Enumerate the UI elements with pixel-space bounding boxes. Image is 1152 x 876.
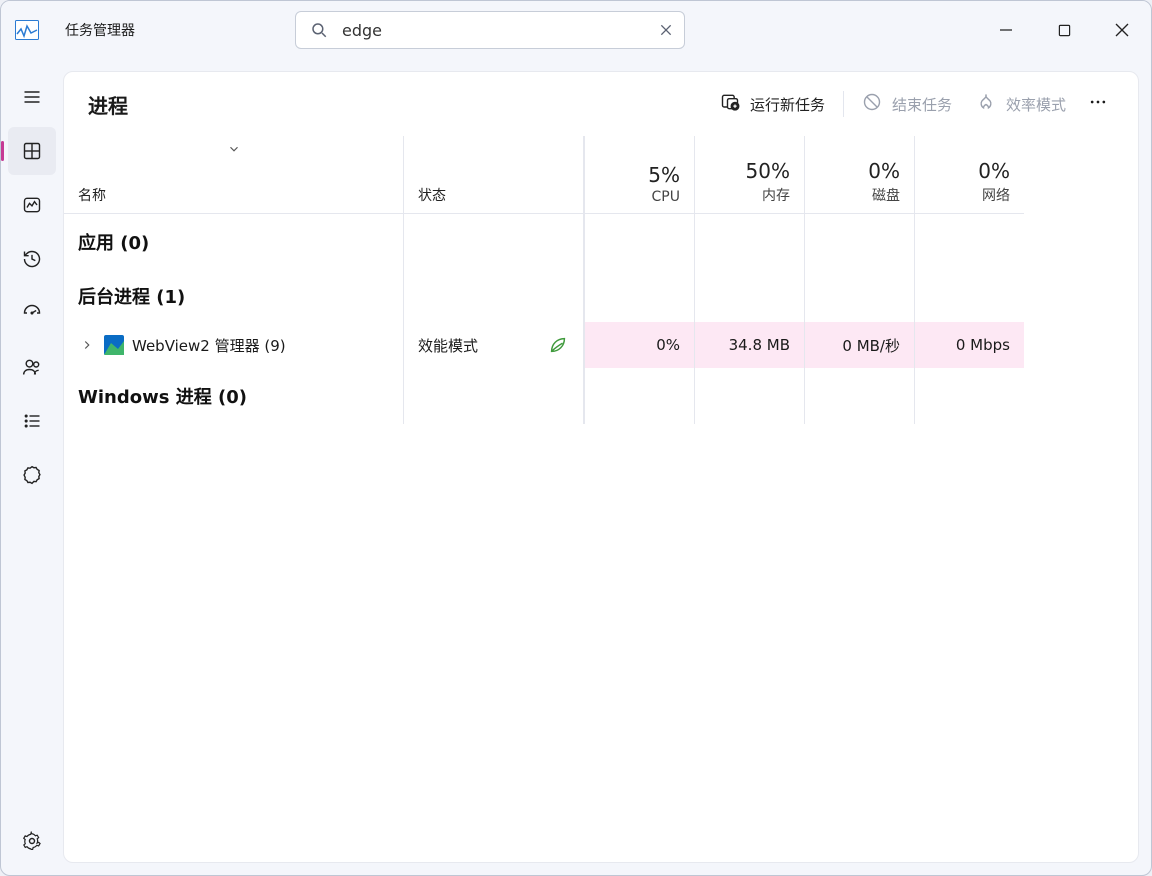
cpu-usage-value: 5% <box>648 163 680 187</box>
column-header-status[interactable]: 状态 <box>404 136 584 214</box>
task-manager-window: 任务管理器 <box>0 0 1152 876</box>
efficiency-label: 效率模式 <box>1006 94 1066 115</box>
process-name: WebView2 管理器 (9) <box>132 335 286 356</box>
close-button[interactable] <box>1093 1 1151 59</box>
disk-usage-value: 0% <box>868 159 900 183</box>
group-background[interactable]: 后台进程 (1) <box>64 270 404 322</box>
column-header-network[interactable]: 0% 网络 <box>914 136 1024 214</box>
app-title: 任务管理器 <box>65 20 135 40</box>
process-memory: 34.8 MB <box>694 322 804 368</box>
sidebar-item-settings[interactable] <box>8 817 56 865</box>
efficiency-mode-button: 效率模式 <box>964 84 1078 124</box>
column-header-name-label: 名称 <box>78 185 106 205</box>
sidebar-item-app-history[interactable] <box>8 235 56 283</box>
app-icon <box>13 19 41 41</box>
process-disk: 0 MB/秒 <box>804 322 914 368</box>
sidebar <box>1 59 63 875</box>
page-title: 进程 <box>88 90 128 119</box>
sidebar-item-performance[interactable] <box>8 181 56 229</box>
minimize-button[interactable] <box>977 1 1035 59</box>
end-task-icon <box>862 92 882 116</box>
maximize-button[interactable] <box>1035 1 1093 59</box>
expand-icon[interactable] <box>78 338 96 352</box>
efficiency-icon <box>976 92 996 116</box>
search-box[interactable] <box>295 11 685 49</box>
search-input[interactable] <box>342 21 658 40</box>
column-header-disk[interactable]: 0% 磁盘 <box>804 136 914 214</box>
group-windows[interactable]: Windows 进程 (0) <box>64 368 404 424</box>
search-icon <box>310 21 328 39</box>
memory-label: 内存 <box>762 185 790 205</box>
process-cpu: 0% <box>584 322 694 368</box>
end-task-label: 结束任务 <box>892 94 952 115</box>
more-options-button[interactable] <box>1078 84 1118 124</box>
group-apps[interactable]: 应用 (0) <box>64 214 404 270</box>
memory-usage-value: 50% <box>746 159 790 183</box>
sort-indicator-icon <box>227 142 241 160</box>
sidebar-item-details[interactable] <box>8 397 56 445</box>
column-header-memory[interactable]: 50% 内存 <box>694 136 804 214</box>
hamburger-menu-button[interactable] <box>8 73 56 121</box>
network-usage-value: 0% <box>978 159 1010 183</box>
process-status: 效能模式 <box>418 335 478 356</box>
column-header-status-label: 状态 <box>418 185 446 205</box>
leaf-icon <box>547 334 569 356</box>
sidebar-item-users[interactable] <box>8 343 56 391</box>
sidebar-item-startup[interactable] <box>8 289 56 337</box>
clear-search-icon[interactable] <box>658 22 674 38</box>
sidebar-item-processes[interactable] <box>8 127 56 175</box>
disk-label: 磁盘 <box>872 185 900 205</box>
process-icon <box>104 335 124 355</box>
toolbar-divider <box>843 91 844 117</box>
new-task-label: 运行新任务 <box>750 94 825 115</box>
content: 进程 运行新任务 结束任务 <box>1 59 1151 875</box>
cpu-label: CPU <box>652 189 680 205</box>
window-controls <box>977 1 1151 59</box>
network-label: 网络 <box>982 185 1010 205</box>
column-header-name[interactable]: 名称 <box>64 136 404 214</box>
toolbar: 进程 运行新任务 结束任务 <box>64 72 1138 136</box>
sidebar-item-services[interactable] <box>8 451 56 499</box>
new-task-icon <box>720 92 740 116</box>
process-table: 名称 状态 5% CPU 50% 内存 0% 磁盘 <box>64 136 1138 424</box>
end-task-button: 结束任务 <box>850 84 964 124</box>
titlebar: 任务管理器 <box>1 1 1151 59</box>
process-network: 0 Mbps <box>914 322 1024 368</box>
main-panel: 进程 运行新任务 结束任务 <box>63 71 1139 863</box>
column-header-cpu[interactable]: 5% CPU <box>584 136 694 214</box>
new-task-button[interactable]: 运行新任务 <box>708 84 837 124</box>
